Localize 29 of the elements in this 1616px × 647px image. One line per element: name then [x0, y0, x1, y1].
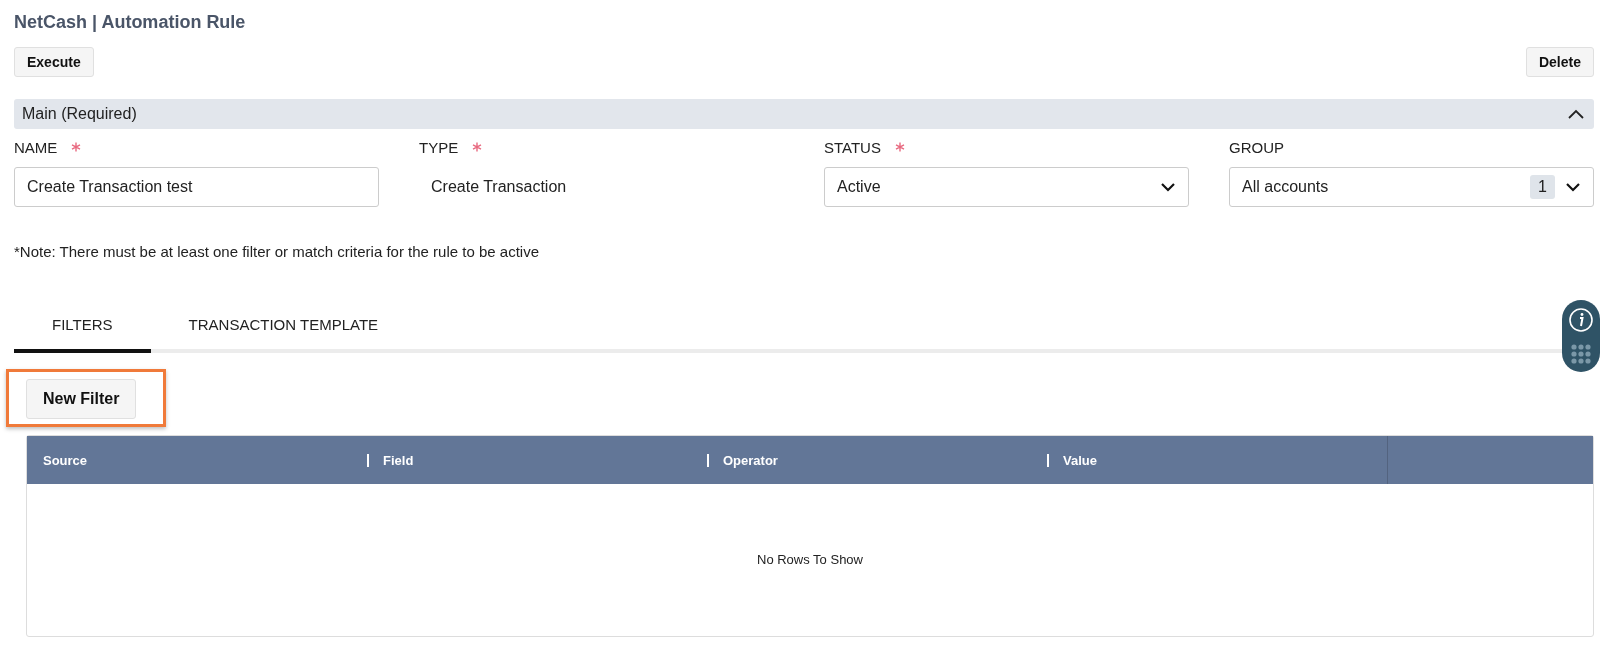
chevron-down-icon — [1160, 182, 1176, 192]
tab[interactable]: TRANSACTION TEMPLATE — [150, 306, 417, 353]
toolbar-button[interactable]: Delete — [1525, 47, 1594, 77]
page-title: NetCash | Automation Rule — [14, 12, 247, 33]
column-header[interactable]: Source — [27, 436, 367, 484]
empty-message: No Rows To Show — [757, 551, 863, 567]
column-header[interactable]: Value — [1047, 436, 1387, 484]
new-filter-button[interactable]: New Filter — [26, 379, 137, 419]
info-icon[interactable] — [1568, 307, 1594, 333]
field-label: GROUP — [1229, 139, 1284, 158]
field-value: Create Transaction — [430, 177, 568, 197]
chevron-icon[interactable] — [1568, 109, 1584, 119]
note-text: *Note: There must be at least one filter or match criteria for the rule to be active — [14, 243, 540, 260]
tab[interactable]: FILTERS — [14, 306, 151, 353]
grip-icon[interactable] — [1570, 343, 1592, 365]
field-label: TYPE — [419, 139, 459, 158]
column-header[interactable]: Operator — [707, 436, 1047, 484]
section-title: Main (Required) — [22, 105, 137, 123]
field-label: STATUS — [824, 139, 881, 158]
section-header[interactable]: Main (Required) — [14, 99, 1594, 129]
count-badge: 1 — [1530, 175, 1555, 199]
column-header[interactable]: Field — [367, 436, 707, 484]
select-field[interactable]: Active — [824, 167, 1189, 207]
toolbar-button[interactable]: Execute — [14, 47, 94, 77]
text-field[interactable]: Create Transaction test — [14, 167, 379, 207]
help-widget[interactable] — [1562, 300, 1600, 372]
chevron-down-icon — [1565, 182, 1581, 192]
select-field[interactable]: All accounts 1 — [1229, 167, 1594, 207]
field-label: NAME — [14, 139, 58, 158]
